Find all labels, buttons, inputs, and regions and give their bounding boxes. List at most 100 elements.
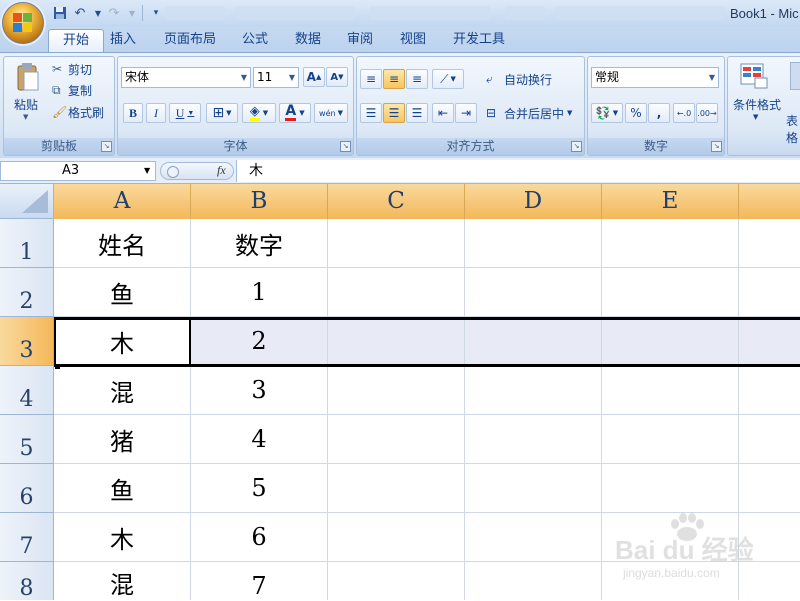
cell[interactable]: 5 [191, 464, 328, 513]
underline-button[interactable]: U ▼ [169, 103, 201, 123]
cell[interactable]: 木 [54, 513, 191, 562]
cell[interactable] [465, 366, 602, 415]
cell[interactable] [602, 464, 739, 513]
row-header[interactable]: 2 [0, 268, 54, 317]
percent-button[interactable]: % [625, 103, 647, 123]
cell[interactable] [739, 317, 800, 366]
cell[interactable]: 猪 [54, 415, 191, 464]
column-header-d[interactable]: D [465, 184, 602, 219]
cell[interactable] [465, 219, 602, 268]
cell[interactable] [328, 268, 465, 317]
column-header-f[interactable] [739, 184, 800, 219]
row-header[interactable]: 7 [0, 513, 54, 562]
italic-button[interactable]: I [146, 103, 166, 123]
decrease-decimal-button[interactable]: .00→ [696, 103, 718, 123]
tab-insert[interactable]: 插入 [104, 29, 142, 51]
format-as-table-icon[interactable] [790, 62, 800, 90]
font-size-select[interactable]: 11 ▼ [253, 67, 299, 88]
office-button[interactable] [2, 2, 44, 44]
row-header[interactable]: 5 [0, 415, 54, 464]
borders-button[interactable]: ⊞ ▼ [206, 103, 238, 123]
cell[interactable] [739, 464, 800, 513]
cell[interactable] [328, 219, 465, 268]
clipboard-launcher-icon[interactable]: ↘ [101, 141, 112, 152]
save-icon[interactable] [50, 4, 70, 22]
cell[interactable]: 3 [191, 366, 328, 415]
cell[interactable] [739, 366, 800, 415]
row-header[interactable]: 4 [0, 366, 54, 415]
cell[interactable] [602, 268, 739, 317]
row-header[interactable]: 8 [0, 562, 54, 601]
orientation-button[interactable]: ⟋ ▼ [432, 69, 464, 89]
cell[interactable]: 2 [191, 317, 328, 366]
column-header-e[interactable]: E [602, 184, 739, 219]
align-middle-button[interactable]: ≡ [383, 69, 405, 89]
fill-handle[interactable] [55, 364, 60, 369]
comma-button[interactable]: , [648, 103, 670, 123]
cell[interactable] [739, 219, 800, 268]
tab-page-layout[interactable]: 页面布局 [158, 29, 222, 51]
name-box-dropdown-icon[interactable]: ▼ [144, 166, 150, 175]
column-header-c[interactable]: C [328, 184, 465, 219]
merge-center-button[interactable]: ⊟ 合并后居中 ▼ [486, 103, 580, 123]
cell[interactable] [465, 415, 602, 464]
cell[interactable] [465, 562, 602, 600]
tab-review[interactable]: 审阅 [341, 29, 379, 51]
font-color-button[interactable]: A ▼ [279, 103, 311, 123]
cell[interactable] [602, 366, 739, 415]
tab-formulas[interactable]: 公式 [236, 29, 274, 51]
resize-handle-icon[interactable] [167, 166, 179, 178]
cell[interactable] [328, 513, 465, 562]
tab-view[interactable]: 视图 [394, 29, 432, 51]
align-top-button[interactable]: ≡ [360, 69, 382, 89]
active-cell-content[interactable]: 木 [54, 317, 191, 366]
cell[interactable]: 数字 [191, 219, 328, 268]
insert-function-icon[interactable]: fx [217, 163, 226, 178]
copy-button[interactable]: ⧉ 复制 [52, 81, 112, 99]
number-launcher-icon[interactable]: ↘ [711, 141, 722, 152]
cell[interactable] [602, 317, 739, 366]
cell[interactable]: 鱼 [54, 464, 191, 513]
customize-qat-icon[interactable]: ▾ [146, 4, 166, 22]
column-header-a[interactable]: A [54, 184, 191, 219]
cell[interactable] [328, 562, 465, 600]
grow-font-button[interactable]: A ▲ [303, 67, 325, 87]
cell[interactable]: 6 [191, 513, 328, 562]
undo-icon[interactable]: ↶ [70, 4, 90, 22]
align-bottom-button[interactable]: ≡ [406, 69, 428, 89]
alignment-launcher-icon[interactable]: ↘ [571, 141, 582, 152]
column-header-b[interactable]: B [191, 184, 328, 219]
cell[interactable] [602, 219, 739, 268]
align-right-button[interactable]: ☰ [406, 103, 428, 123]
cell[interactable]: 1 [191, 268, 328, 317]
cell[interactable]: 4 [191, 415, 328, 464]
wrap-text-button[interactable]: ⤶ 自动换行 [486, 69, 578, 89]
cell[interactable]: 姓名 [54, 219, 191, 268]
currency-button[interactable]: 💱 ▼ [591, 103, 623, 123]
phonetic-button[interactable]: wén ▼ [314, 103, 348, 123]
increase-decimal-button[interactable]: ←.0 [673, 103, 695, 123]
decrease-indent-button[interactable]: ⇤ [432, 103, 454, 123]
cell[interactable] [465, 317, 602, 366]
redo-dropdown-icon[interactable]: ▼ [122, 4, 142, 22]
cell[interactable]: 鱼 [54, 268, 191, 317]
cell[interactable]: 混 [54, 366, 191, 415]
row-header-selected[interactable]: 3 [0, 317, 54, 366]
cell[interactable] [465, 268, 602, 317]
tab-developer[interactable]: 开发工具 [447, 29, 511, 51]
cell[interactable]: 7 [191, 562, 328, 600]
cell[interactable] [465, 464, 602, 513]
redo-icon[interactable]: ↷ [104, 4, 124, 22]
cell[interactable] [465, 513, 602, 562]
shrink-font-button[interactable]: A ▼ [326, 67, 348, 87]
format-as-table-label[interactable]: 表格 [786, 112, 800, 146]
cell[interactable] [328, 317, 465, 366]
tab-data[interactable]: 数据 [289, 29, 327, 51]
tab-home[interactable]: 开始 [48, 29, 104, 52]
select-all-button[interactable] [0, 184, 54, 219]
cell[interactable] [602, 415, 739, 464]
number-format-select[interactable]: 常规 ▼ [591, 67, 719, 88]
cell[interactable]: 混 [54, 562, 191, 600]
row-header[interactable]: 1 [0, 219, 54, 268]
cell[interactable] [328, 415, 465, 464]
